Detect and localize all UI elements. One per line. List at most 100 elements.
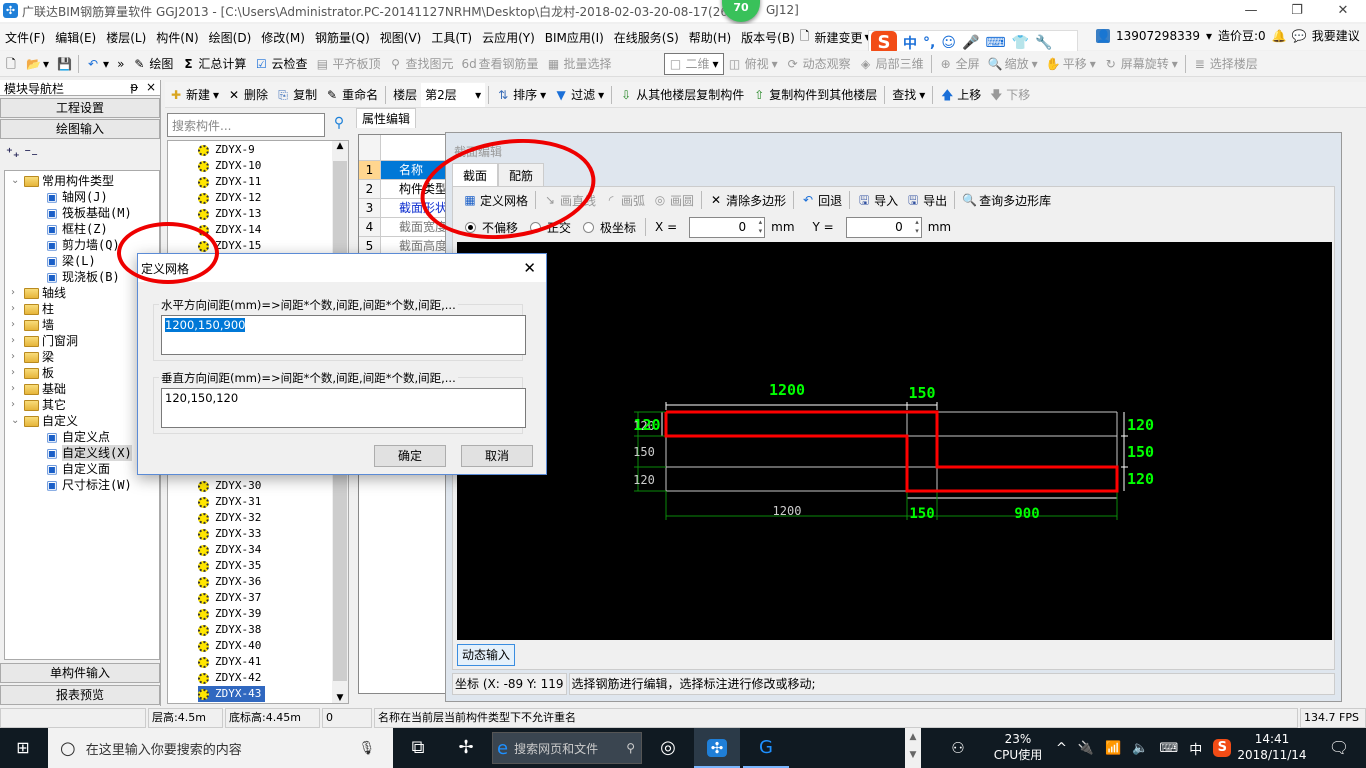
tree-item[interactable]: › 门窗洞	[11, 333, 78, 349]
component-list-item[interactable]: ZDYX-42	[198, 670, 261, 686]
delete-button[interactable]: ✕ 删除	[223, 83, 272, 107]
rename-button[interactable]: ✎ 重命名	[321, 83, 382, 107]
suggest-link[interactable]: 我要建议	[1312, 27, 1360, 44]
ok-button[interactable]: 确定	[374, 445, 446, 467]
task-view-icon[interactable]: ⧉	[395, 728, 441, 768]
sogou-icon[interactable]: S	[1213, 739, 1232, 757]
search-icon[interactable]: ⚲	[329, 115, 349, 135]
component-list-item[interactable]: ZDYX-37	[198, 590, 261, 606]
maximize-button[interactable]: ❐	[1274, 0, 1320, 22]
component-list-item[interactable]: ZDYX-31	[198, 494, 261, 510]
draw-arc-button[interactable]: ◜ 画弧	[600, 188, 649, 212]
tree-item[interactable]: › 梁	[11, 349, 54, 365]
new-component-button[interactable]: ✚ 新建 ▾	[165, 83, 223, 107]
define-grid-button[interactable]: ▦ 定义网格	[459, 188, 532, 212]
menu-item[interactable]: BIM应用(I)	[540, 29, 609, 46]
component-list-item[interactable]: ZDYX-40	[198, 638, 261, 654]
move-up-button[interactable]: 🡅 上移	[936, 83, 985, 107]
menu-item[interactable]: 在线服务(S)	[609, 29, 684, 46]
clock[interactable]: 14:41 2018/11/14	[1232, 731, 1312, 763]
tree-item[interactable]: › 基础	[11, 381, 66, 397]
tree-item[interactable]: › 板	[11, 365, 54, 381]
cloud-check-button[interactable]: ☑ 云检查	[250, 52, 311, 76]
glodon-g-icon[interactable]: G	[743, 728, 789, 768]
taskbar-scroll[interactable]: ▲ ▼	[905, 728, 921, 768]
clear-polygon-button[interactable]: ✕ 清除多边形	[705, 188, 790, 212]
tree-item[interactable]: ▣ 自定义面	[45, 461, 110, 477]
component-list-item[interactable]: ZDYX-13	[198, 206, 261, 222]
no-offset-radio[interactable]	[465, 221, 476, 233]
emoji-icon[interactable]: ☺	[941, 35, 956, 51]
glodon-taskbar-icon[interactable]: ✣	[694, 728, 740, 768]
tab-section[interactable]: 截面	[452, 163, 499, 187]
minimize-button[interactable]: —	[1228, 0, 1274, 22]
pan-button[interactable]: ✋ 平移 ▾	[1042, 52, 1100, 76]
tree-item[interactable]: ⌄ 常用构件类型	[11, 173, 114, 189]
menu-item[interactable]: 云应用(Y)	[477, 29, 540, 46]
copy-from-floor-button[interactable]: ⇩ 从其他楼层复制构件	[615, 83, 748, 107]
property-row[interactable]: 2 构件类型	[359, 180, 447, 199]
new-file-button[interactable]: 🗋	[0, 52, 22, 76]
tab-property-edit[interactable]: 属性编辑	[356, 108, 416, 128]
section-canvas[interactable]: 1200 150 120 120 150 120 120 150 120 120…	[457, 242, 1332, 640]
component-list-item[interactable]: ZDYX-30	[198, 478, 261, 494]
ime-language[interactable]: 中	[1189, 739, 1202, 758]
copy-button[interactable]: ⎘ 复制	[272, 83, 321, 107]
move-down-button[interactable]: 🡇 下移	[985, 83, 1034, 107]
tree-item[interactable]: ▣ 轴网(J)	[45, 189, 107, 205]
tree-item[interactable]: ▣ 自定义点	[45, 429, 110, 445]
component-list-item[interactable]: ZDYX-33	[198, 526, 261, 542]
account-dropdown-icon[interactable]: ▾	[1206, 29, 1212, 43]
tab-rebar[interactable]: 配筋	[498, 163, 545, 187]
tree-item[interactable]: › 柱	[11, 301, 54, 317]
component-list-item[interactable]: ZDYX-43	[198, 686, 266, 702]
mic-icon[interactable]: 🎤	[962, 35, 979, 51]
import-button[interactable]: 🖫 导入	[853, 188, 902, 212]
component-list-item[interactable]: ZDYX-35	[198, 558, 261, 574]
drawing-input-button[interactable]: 绘图输入	[0, 119, 160, 139]
menu-item[interactable]: 编辑(E)	[50, 29, 101, 46]
keyboard-icon[interactable]: ⌨	[985, 35, 1005, 51]
menu-item[interactable]: 文件(F)	[0, 29, 50, 46]
component-list-item[interactable]: ZDYX-38	[198, 622, 261, 638]
component-list-item[interactable]: ZDYX-36	[198, 574, 261, 590]
horizontal-spacing-input[interactable]: 1200,150,900	[161, 315, 526, 355]
keyboard-icon[interactable]: ⌨	[1159, 741, 1178, 756]
close-button[interactable]: ✕	[1320, 0, 1366, 22]
polar-radio[interactable]	[583, 221, 595, 233]
dynamic-input-button[interactable]: 动态输入	[457, 644, 515, 666]
copy-to-floor-button[interactable]: ⇧ 复制构件到其他楼层	[748, 83, 881, 107]
export-button[interactable]: 🖫 导出	[902, 188, 951, 212]
expand-all-icon[interactable]: ⁺₊ ⁻₋	[6, 146, 38, 161]
menu-item[interactable]: 钢筋量(Q)	[310, 29, 375, 46]
menu-item[interactable]: 版本号(B)	[736, 29, 800, 46]
find-button[interactable]: 查找 ▾	[888, 83, 929, 107]
wrench-icon[interactable]: 🔧	[1035, 35, 1052, 51]
rotate-button[interactable]: ↻ 屏幕旋转 ▾	[1100, 52, 1182, 76]
tree-item[interactable]: › 其它	[11, 397, 66, 413]
tree-item[interactable]: ▣ 现浇板(B)	[45, 269, 119, 285]
floor-select[interactable]: 第2层 ▾	[421, 82, 486, 107]
browser-search-box[interactable]: e 搜索网页和文件 ⚲	[492, 732, 642, 764]
overflow-icon[interactable]: »	[113, 52, 128, 76]
vertical-spacing-input[interactable]: 120,150,120	[161, 388, 526, 428]
tree-item[interactable]: ▣ 筏板基础(M)	[45, 205, 131, 221]
tree-item[interactable]: ⌄ 自定义	[11, 413, 78, 429]
y-input[interactable]: 0	[845, 216, 922, 238]
draw-line-button[interactable]: ↘ 画直线	[539, 188, 600, 212]
undo-button[interactable]: ↶ ▾	[82, 52, 113, 76]
people-icon[interactable]: ⚇	[935, 728, 981, 768]
open-button[interactable]: 📂 ▾	[22, 52, 53, 76]
component-list-item[interactable]: ZDYX-14	[198, 222, 261, 238]
fan-app-icon[interactable]: ✢	[443, 728, 489, 768]
report-preview-button[interactable]: 报表预览	[0, 685, 160, 705]
select-floor-button[interactable]: ≣ 选择楼层	[1189, 52, 1262, 76]
find-element-button[interactable]: ⚲ 查找图元	[384, 52, 457, 76]
tree-item[interactable]: ▣ 剪力墙(Q)	[45, 237, 119, 253]
component-list-item[interactable]: ZDYX-11	[198, 174, 261, 190]
filter-button[interactable]: ▼ 过滤 ▾	[550, 83, 608, 107]
property-row[interactable]: 3 截面形状	[359, 199, 447, 218]
wifi-icon[interactable]: 📶	[1105, 741, 1121, 756]
menu-item[interactable]: 视图(V)	[375, 29, 427, 46]
tree-item[interactable]: ▣ 尺寸标注(W)	[45, 477, 131, 493]
